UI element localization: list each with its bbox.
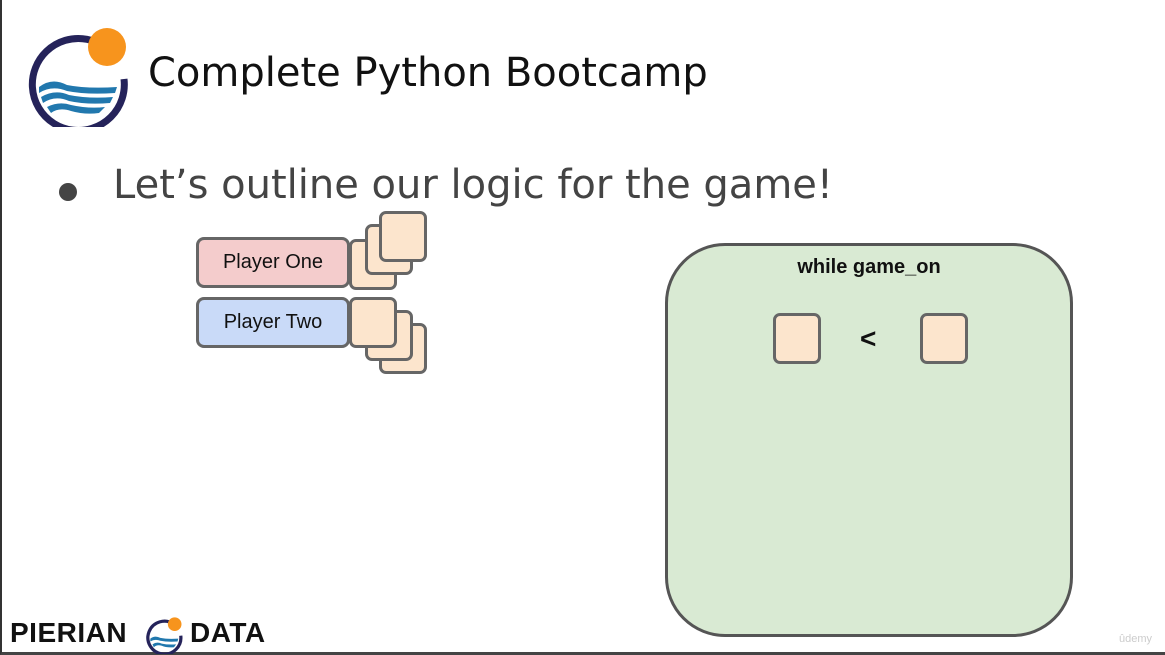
- footer-brand-right: DATA: [190, 617, 266, 648]
- logo-icon: [28, 28, 128, 127]
- player-one-card: [773, 313, 821, 364]
- card: [379, 211, 427, 262]
- player-two-card: [920, 313, 968, 364]
- bullet-dot: [59, 183, 77, 201]
- card: [349, 297, 397, 348]
- comparison-operator: <: [860, 323, 877, 354]
- game-loop-label: while game_on: [797, 256, 941, 278]
- watermark: ûdemy: [1119, 633, 1153, 645]
- footer-logo-icon: [146, 617, 183, 654]
- bullet-text: Let’s outline our logic for the game!: [113, 162, 833, 208]
- player-two-box: Player Two: [196, 297, 350, 348]
- player-one-box: Player One: [196, 237, 350, 288]
- page-title: Complete Python Bootcamp: [148, 50, 708, 96]
- footer-brand-left: PIERIAN: [10, 617, 128, 648]
- game-loop-box: while game_on <: [665, 243, 1073, 637]
- slide: Complete Python Bootcamp Let’s outline o…: [0, 0, 1165, 655]
